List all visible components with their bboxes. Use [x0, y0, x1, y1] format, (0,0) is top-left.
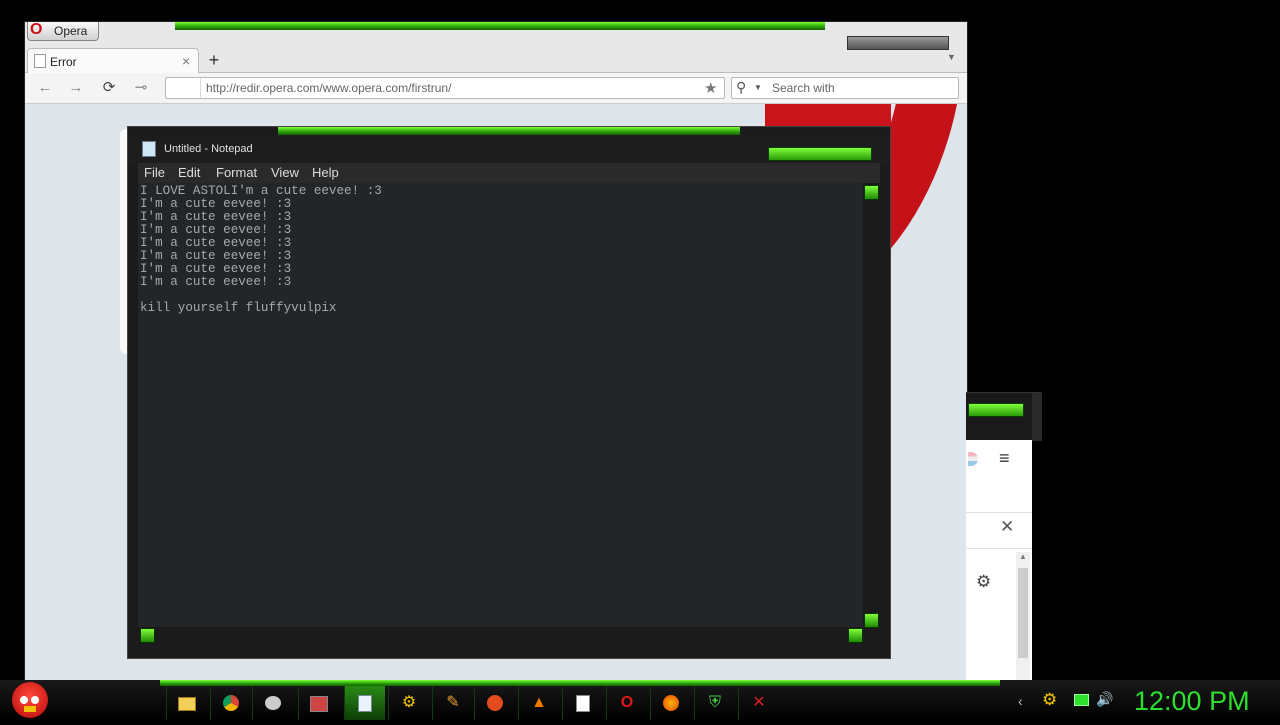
reload-icon[interactable]: ⟳	[99, 79, 119, 97]
text-editor-area[interactable]: I LOVE ASTOLI'm a cute eevee! :3 I'm a c…	[138, 183, 863, 627]
tray-gear-icon[interactable]: ⚙	[1042, 690, 1057, 710]
taskbar: ⚙ ✎ ▲ O ⛨ ✕ ‹ ⚙ 🔊	[0, 680, 1280, 720]
horizontal-scrollbar[interactable]	[138, 627, 863, 644]
navigation-toolbar: ← → ⟳ ⊸ http://redir.opera.com/www.opera…	[25, 73, 967, 104]
firefox-icon[interactable]	[650, 686, 691, 720]
notepad-icon	[142, 141, 156, 157]
scroll-right-button[interactable]	[848, 628, 863, 643]
vlc-icon[interactable]: ▲	[518, 686, 559, 720]
settings-icon[interactable]: ⚙	[976, 572, 991, 592]
scroll-up-button[interactable]	[864, 185, 879, 200]
title-accent-bar	[278, 127, 740, 135]
scroll-up-icon[interactable]: ▲	[1019, 552, 1027, 561]
menu-file[interactable]: File	[144, 165, 165, 180]
scroll-down-button[interactable]	[864, 613, 879, 628]
menu-help[interactable]: Help	[312, 165, 339, 180]
vertical-scrollbar[interactable]	[863, 183, 880, 628]
title-accent-bar	[175, 22, 825, 30]
notepad-menubar: File Edit Format View Help	[138, 163, 880, 183]
site-info-badge[interactable]	[166, 78, 201, 98]
tab-title: Error	[50, 55, 77, 69]
search-placeholder: Search with	[772, 81, 835, 95]
address-bar[interactable]: http://redir.opera.com/www.opera.com/fir…	[165, 77, 725, 99]
key-icon[interactable]: ⊸	[131, 79, 151, 97]
taskbar-clock[interactable]: 12:00 PM	[1134, 686, 1250, 717]
opera-menu-label: Opera	[54, 24, 88, 38]
chrome-icon[interactable]	[210, 686, 251, 720]
media-icon[interactable]	[298, 686, 339, 720]
panel-scrollbar[interactable]: ▲	[1016, 552, 1030, 680]
opera-icon[interactable]: O	[606, 686, 647, 720]
notepad-title: Untitled - Notepad	[164, 143, 253, 155]
search-engine-dropdown-icon[interactable]: ▼	[754, 83, 762, 92]
forward-icon[interactable]: →	[66, 79, 86, 97]
settings-icon[interactable]: ⚙	[388, 686, 429, 720]
tray-arrow-icon[interactable]: ‹	[1018, 693, 1023, 709]
flash-icon[interactable]	[474, 686, 515, 720]
paint-icon[interactable]	[252, 686, 293, 720]
page-icon	[34, 54, 46, 68]
new-tab-button[interactable]: +	[203, 50, 225, 70]
menu-icon[interactable]: ≡	[999, 448, 1010, 469]
folder-icon[interactable]	[166, 686, 207, 720]
opera-logo-icon: O	[30, 21, 43, 38]
notepad-icon[interactable]	[344, 686, 385, 720]
tray-volume-icon[interactable]: 🔊	[1096, 691, 1113, 708]
editor-text: I LOVE ASTOLI'm a cute eevee! :3 I'm a c…	[140, 184, 382, 315]
game-icon[interactable]: ✕	[738, 686, 779, 720]
menu-format[interactable]: Format	[216, 165, 257, 180]
window-content: ≡ ✕ ⚙ ▲	[966, 440, 1032, 680]
opera-menu-button[interactable]: O Opera	[27, 21, 99, 41]
tab-error[interactable]: Error ×	[27, 48, 199, 73]
back-icon[interactable]: ←	[35, 79, 55, 97]
menu-view[interactable]: View	[271, 165, 299, 180]
window-controls[interactable]	[847, 36, 949, 50]
background-window: ≡ ✕ ⚙ ▲	[966, 392, 1042, 680]
tab-close-icon[interactable]: ×	[182, 53, 190, 69]
window-controls[interactable]	[968, 403, 1024, 417]
bookmark-star-icon[interactable]: ★	[704, 79, 717, 97]
profile-avatar[interactable]	[968, 452, 978, 466]
window-controls[interactable]	[768, 147, 872, 161]
brush-icon[interactable]: ✎	[432, 686, 473, 720]
scroll-left-button[interactable]	[140, 628, 155, 643]
window-titlebar[interactable]	[966, 392, 1042, 441]
cards-icon[interactable]	[562, 686, 603, 720]
menu-edit[interactable]: Edit	[178, 165, 200, 180]
search-icon[interactable]: ⚲	[736, 79, 746, 96]
search-field[interactable]: ⚲ ▼ Search with	[731, 77, 959, 99]
notepad-window: Untitled - Notepad File Edit Format View…	[127, 126, 891, 659]
opera-tabstrip: O Opera Error × + ▼	[25, 21, 967, 73]
shield-icon[interactable]: ⛨	[694, 686, 735, 720]
tab-menu-icon[interactable]: ▼	[947, 52, 956, 62]
start-button-icon[interactable]	[12, 682, 48, 718]
url-text: http://redir.opera.com/www.opera.com/fir…	[206, 81, 452, 95]
tray-battery-icon[interactable]	[1074, 694, 1089, 706]
scroll-thumb[interactable]	[1018, 568, 1028, 658]
close-icon[interactable]: ✕	[1000, 517, 1014, 537]
notepad-titlebar[interactable]: Untitled - Notepad	[128, 135, 890, 163]
